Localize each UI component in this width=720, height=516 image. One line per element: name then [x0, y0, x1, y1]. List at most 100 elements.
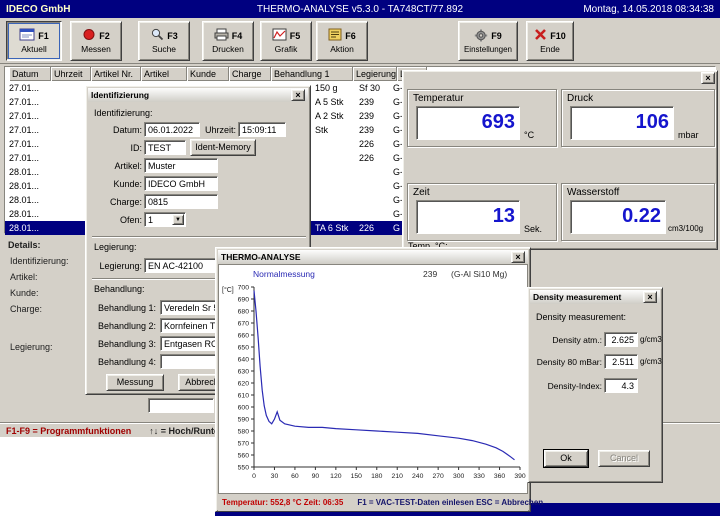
- temperature-value: 693: [416, 106, 520, 140]
- density-section-label: Density measurement:: [536, 312, 626, 322]
- measure-icon: [82, 28, 96, 43]
- behandlung3-label: Behandlung 3:: [94, 339, 156, 349]
- toolbar-button-label: Ende: [540, 44, 560, 54]
- svg-text:[°C]: [°C]: [222, 286, 234, 294]
- toolbar-button-suche[interactable]: F3 Suche: [138, 21, 190, 61]
- identification-dialog-titlebar[interactable]: Identifizierung: [88, 88, 308, 102]
- id-field[interactable]: TEST: [144, 140, 186, 155]
- measurement-panel: Temperatur 693 °C Druck 106 mbar Zeit 13…: [402, 70, 718, 250]
- toolbar-button-messen[interactable]: F2 Messen: [70, 21, 122, 61]
- legierung-label: Legierung:: [94, 261, 142, 271]
- artikel-field[interactable]: Muster: [144, 158, 218, 173]
- close-icon[interactable]: [291, 89, 305, 101]
- action-icon: [328, 28, 342, 43]
- details-label-artikel: Artikel:: [10, 272, 38, 282]
- close-icon[interactable]: [511, 251, 525, 263]
- uhrzeit-field[interactable]: 15:09:11: [238, 122, 286, 137]
- table-cell-date: 27.01...: [9, 125, 39, 135]
- ofen-select[interactable]: 1: [144, 212, 186, 227]
- svg-text:150: 150: [351, 473, 363, 480]
- svg-text:610: 610: [238, 393, 250, 400]
- column-header[interactable]: Artikel: [141, 67, 187, 81]
- table-cell-date: 27.01...: [9, 111, 39, 121]
- column-header[interactable]: Datum: [9, 67, 51, 81]
- toolbar-button-einstellungen[interactable]: F9 Einstellungen: [458, 21, 518, 61]
- density-dialog-titlebar[interactable]: Density measurement: [530, 290, 660, 304]
- details-input[interactable]: [148, 398, 214, 413]
- svg-text:570: 570: [238, 441, 250, 448]
- svg-text:330: 330: [473, 473, 485, 480]
- end-icon: [534, 28, 547, 43]
- svg-text:620: 620: [238, 381, 250, 388]
- gear-icon: [474, 29, 488, 44]
- column-header[interactable]: Uhrzeit: [51, 67, 91, 81]
- toolbar-button-grafik[interactable]: F5 Grafik: [260, 21, 312, 61]
- table-cell-f1: A 5 Stk: [315, 97, 344, 107]
- ok-button[interactable]: Ok: [544, 450, 588, 467]
- svg-text:300: 300: [453, 473, 465, 480]
- column-header[interactable]: Charge: [229, 67, 271, 81]
- time-value: 13: [416, 200, 520, 234]
- charge-field[interactable]: 0815: [144, 194, 218, 209]
- table-cell-date: 28.01...: [9, 223, 39, 233]
- chart-window-title: THERMO-ANALYSE: [221, 252, 301, 262]
- cancel-button[interactable]: Cancel: [598, 450, 650, 467]
- toolbar-button-drucken[interactable]: F4 Drucken: [202, 21, 254, 61]
- chart-window-titlebar[interactable]: THERMO-ANALYSE: [218, 250, 528, 264]
- density-atm-label: Density atm.:: [530, 335, 602, 345]
- app-company: IDECO GmbH: [6, 4, 186, 15]
- hydrogen-label: Wasserstoff: [567, 187, 619, 198]
- table-cell-f3: G: [393, 223, 400, 233]
- pressure-value: 106: [570, 106, 674, 140]
- svg-text:390: 390: [514, 473, 526, 480]
- chevron-down-icon[interactable]: [172, 214, 184, 225]
- svg-text:580: 580: [238, 429, 250, 436]
- table-cell-date: 28.01...: [9, 181, 39, 191]
- svg-text:680: 680: [238, 309, 250, 316]
- table-cell-f1: TA 6 Stk: [315, 223, 348, 233]
- table-cell-f1: A 2 Stk: [315, 111, 344, 121]
- messung-button[interactable]: Messung: [106, 374, 164, 391]
- table-cell-f2: 226: [359, 223, 374, 233]
- svg-text:30: 30: [271, 473, 279, 480]
- column-header[interactable]: Artikel Nr.: [91, 67, 141, 81]
- svg-text:590: 590: [238, 417, 250, 424]
- close-icon[interactable]: [643, 291, 657, 303]
- table-cell-date: 28.01...: [9, 209, 39, 219]
- table-cell-f1: 150 g: [315, 83, 338, 93]
- chart-icon: [272, 28, 287, 43]
- temperature-unit: °C: [524, 130, 534, 140]
- search-icon: [150, 28, 164, 43]
- svg-text:700: 700: [238, 285, 250, 292]
- identification-dialog-title: Identifizierung: [91, 90, 149, 100]
- chart-area: Normalmessung 239 (G-Al Si10 Mg) [°C]550…: [218, 264, 528, 494]
- fkey-label: F1: [38, 31, 49, 41]
- time-box: Zeit 13 Sek.: [407, 183, 557, 241]
- divider: [92, 236, 306, 238]
- uhrzeit-label: Uhrzeit:: [200, 125, 236, 135]
- toolbar-button-aktion[interactable]: F6 Aktion: [316, 21, 368, 61]
- toolbar-button-ende[interactable]: F10 Ende: [526, 21, 574, 61]
- close-icon[interactable]: [701, 72, 715, 84]
- column-header[interactable]: Behandlung 1: [271, 67, 353, 81]
- measurement-panel-titlebar[interactable]: [403, 71, 717, 85]
- svg-text:640: 640: [238, 357, 250, 364]
- svg-text:630: 630: [238, 369, 250, 376]
- toolbar-button-label: Messen: [81, 44, 111, 54]
- section-identifizierung: Identifizierung:: [94, 108, 153, 118]
- datum-field[interactable]: 06.01.2022: [144, 122, 200, 137]
- svg-text:660: 660: [238, 333, 250, 340]
- ident-memory-button[interactable]: Ident-Memory: [190, 139, 256, 156]
- column-header[interactable]: Kunde: [187, 67, 229, 81]
- fkey-label: F6: [345, 31, 356, 41]
- column-header[interactable]: Legierung: [353, 67, 397, 81]
- table-cell-f2: Sf 30: [359, 83, 380, 93]
- kunde-field[interactable]: IDECO GmbH: [144, 176, 218, 191]
- hydrogen-unit: cm3/100g: [668, 224, 703, 233]
- chart-keys-hint: F1 = VAC-TEST-Daten einlesen ESC = Abbre…: [357, 498, 543, 507]
- chart-alloy-label: (G-Al Si10 Mg): [451, 269, 507, 279]
- app-titlebar[interactable]: IDECO GmbH THERMO-ANALYSE v5.3.0 - TA748…: [0, 0, 720, 18]
- current-view-icon: [19, 28, 35, 43]
- toolbar-button-aktuell[interactable]: F1 Aktuell: [6, 21, 62, 61]
- svg-text:690: 690: [238, 297, 250, 304]
